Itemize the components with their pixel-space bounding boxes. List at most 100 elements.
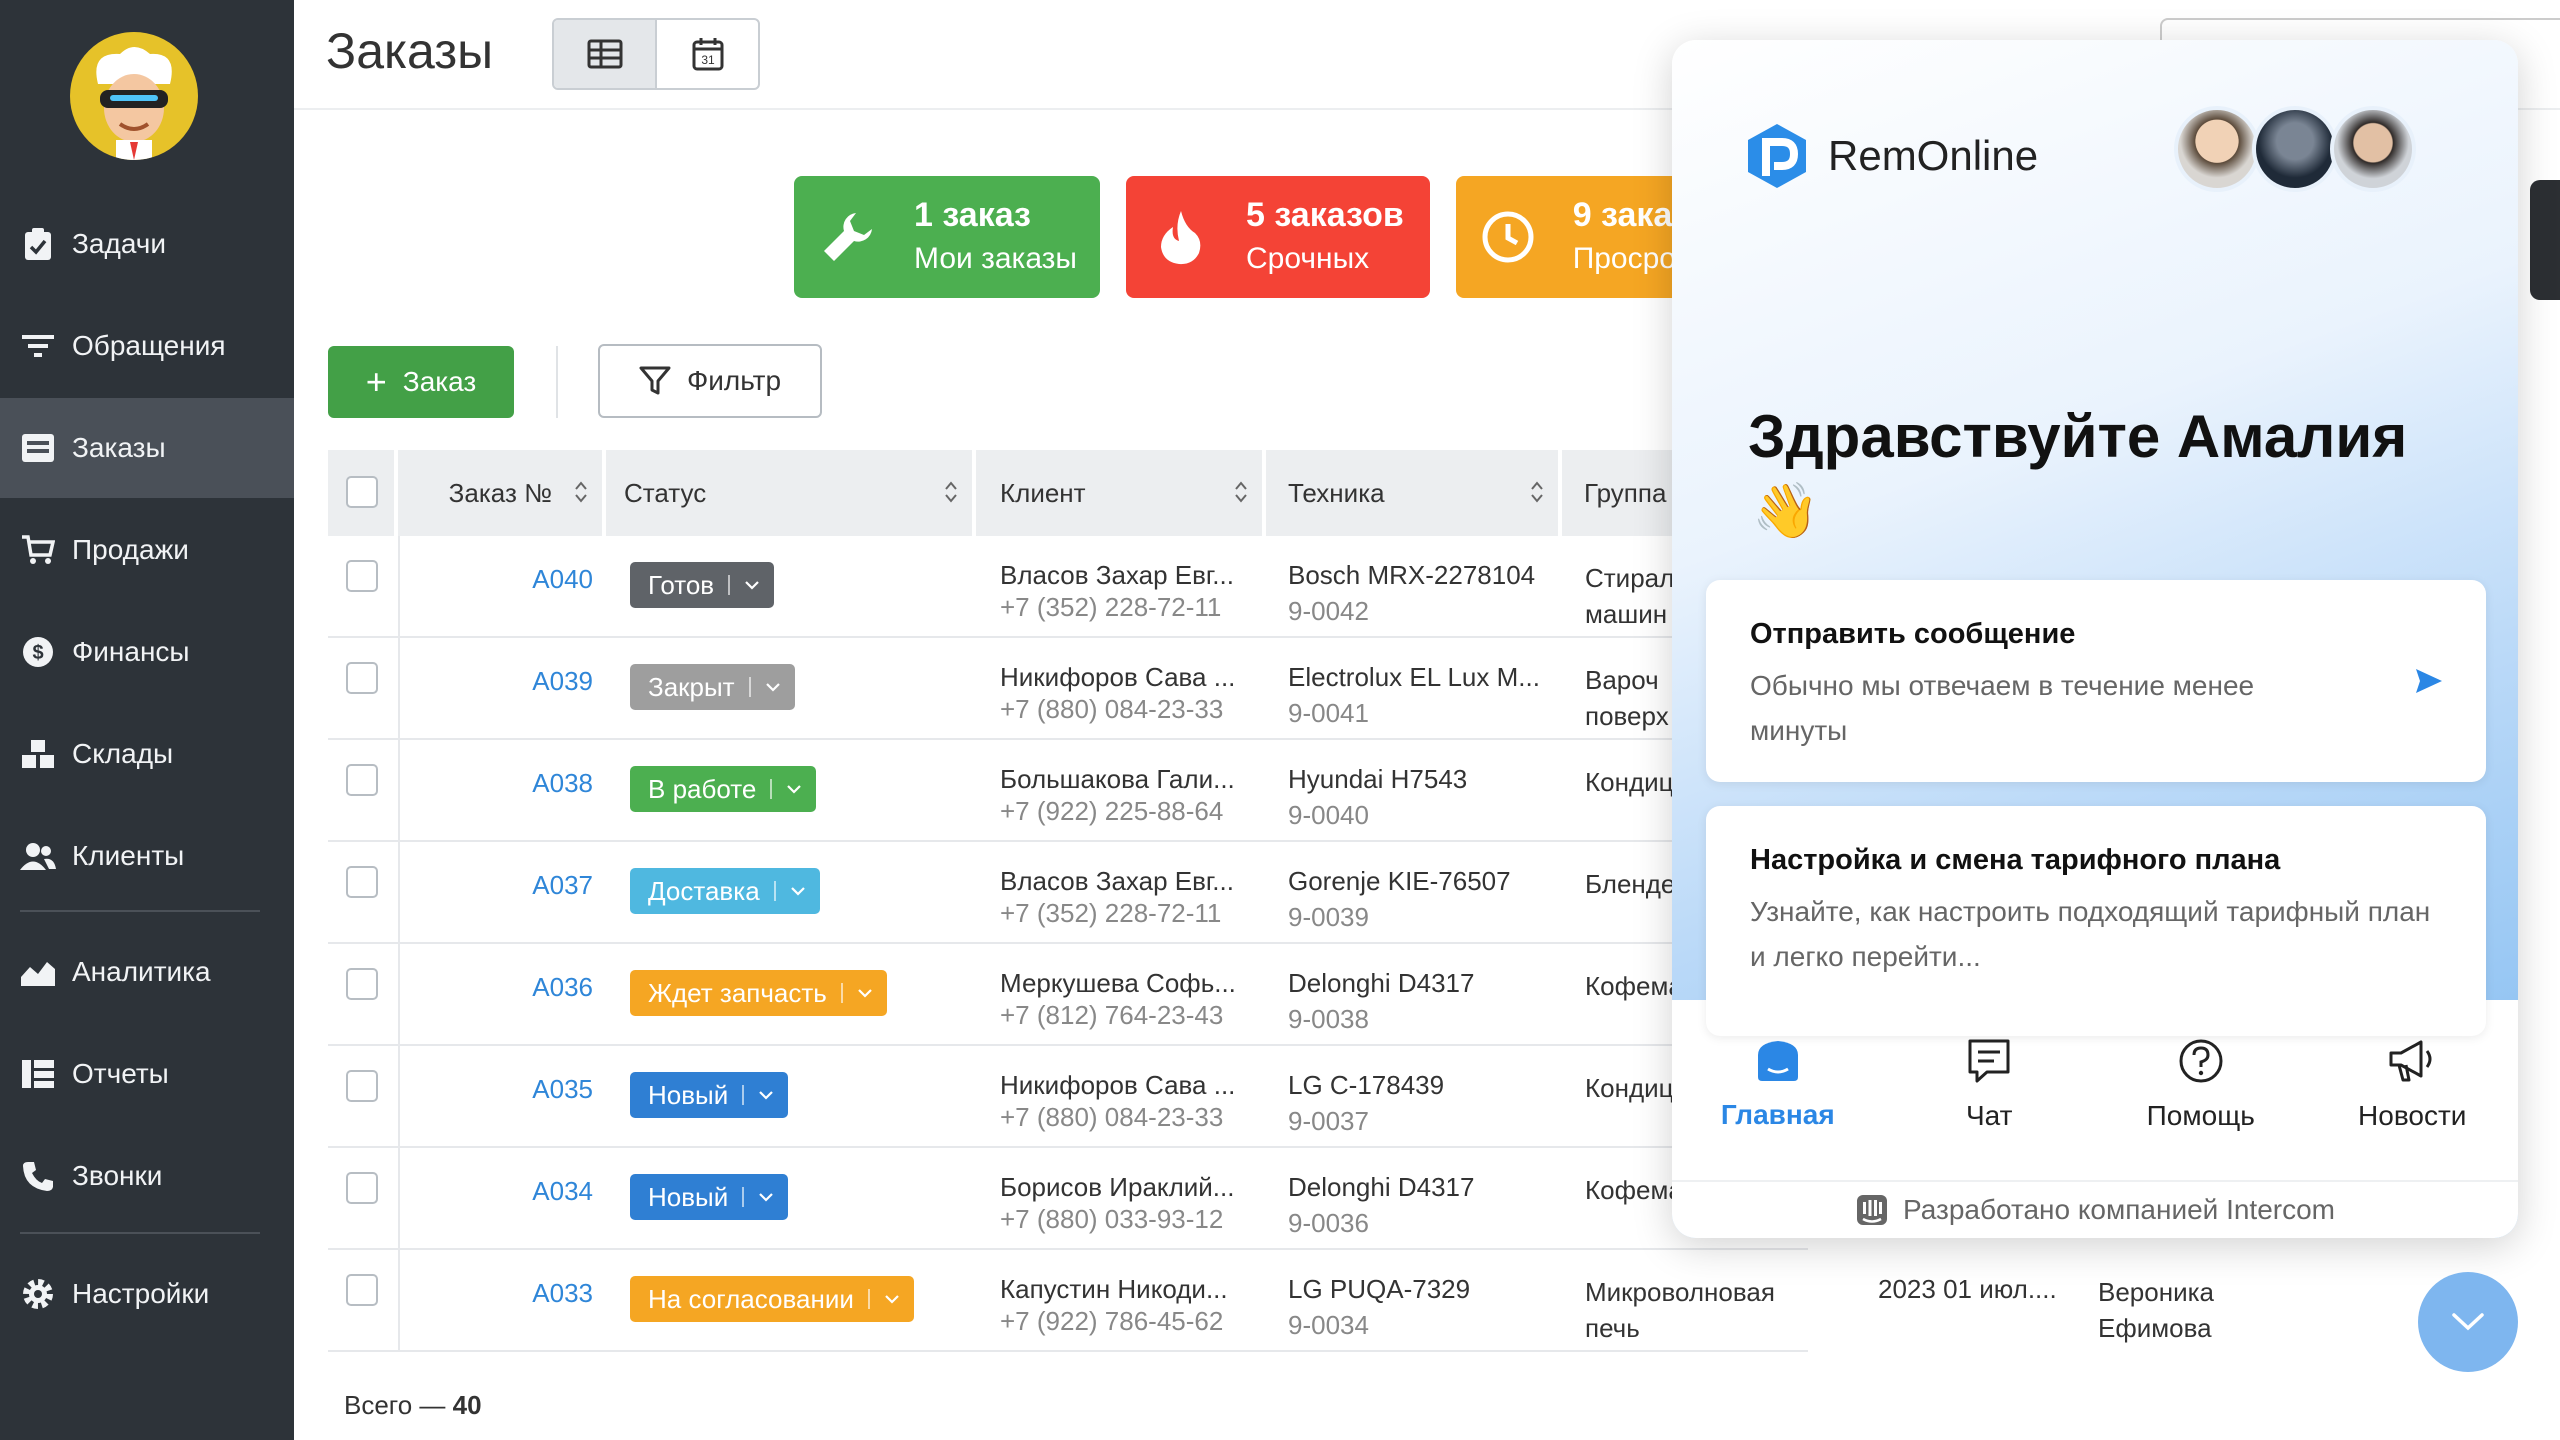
chevron-down-icon xyxy=(745,581,759,590)
status-badge[interactable]: Готов xyxy=(630,562,775,608)
status-badge[interactable]: Закрыт xyxy=(630,664,795,710)
filter-button[interactable]: Фильтр xyxy=(598,344,822,418)
th-device[interactable]: Техника xyxy=(1266,450,1562,536)
table-row[interactable]: A037 Доставка Власов Захар Евг... +7 (352) … xyxy=(328,842,1808,944)
status-label: Новый xyxy=(648,1181,729,1212)
row-checkbox[interactable] xyxy=(346,662,378,694)
status-badge[interactable]: В работе xyxy=(630,766,817,812)
sidebar-item-analytics[interactable]: Аналитика xyxy=(0,922,294,1022)
column-label: Заказ № xyxy=(448,477,552,508)
order-number-link[interactable]: A033 xyxy=(478,1278,593,1309)
tab-chat[interactable]: Чат xyxy=(1884,1000,2096,1170)
tab-home[interactable]: Главная xyxy=(1672,1000,1884,1170)
sidebar-item-finance[interactable]: $ Финансы xyxy=(0,602,294,702)
row-checkbox[interactable] xyxy=(346,1070,378,1102)
order-number-link[interactable]: A037 xyxy=(478,870,593,901)
client-phone: +7 (880) 084-23-33 xyxy=(1000,1102,1224,1132)
status-label: Закрыт xyxy=(648,671,735,702)
order-number-link[interactable]: A035 xyxy=(478,1074,593,1105)
client-phone: +7 (880) 084-23-33 xyxy=(1000,694,1224,724)
status-badge[interactable]: На согласовании xyxy=(630,1276,914,1322)
table-row[interactable]: A040 Готов Власов Захар Евг... +7 (352) 228… xyxy=(328,536,1808,638)
order-date: 2023 01 июл.... xyxy=(1878,1274,2057,1304)
sidebar-item-settings[interactable]: Настройки xyxy=(0,1244,294,1344)
client-name[interactable]: Власов Захар Евг... xyxy=(1000,866,1234,897)
badge-separator xyxy=(742,1187,745,1207)
tab-news[interactable]: Новости xyxy=(2307,1000,2519,1170)
page-edge-element xyxy=(2530,180,2560,300)
waving-hand-icon: 👋 xyxy=(1752,481,1820,541)
calendar-view-button[interactable]: 31 xyxy=(657,20,758,88)
order-number-link[interactable]: A036 xyxy=(478,972,593,1003)
intercom-messenger: RemOnline Здравствуйте Амалия 👋 Отправит… xyxy=(1672,40,2518,1238)
user-avatar[interactable] xyxy=(70,32,198,160)
th-status[interactable]: Статус xyxy=(606,450,976,536)
client-name[interactable]: Никифоров Сава ... xyxy=(1000,1070,1235,1101)
table-row[interactable]: A034 Новый Борисов Ираклий... +7 (880) 033-… xyxy=(328,1148,1808,1250)
sidebar-item-orders[interactable]: Заказы xyxy=(0,398,294,498)
my-orders-card[interactable]: 1 заказ Мои заказы xyxy=(794,176,1100,298)
client-name[interactable]: Меркушева Софь... xyxy=(1000,968,1236,999)
select-all-checkbox[interactable] xyxy=(346,476,378,508)
megaphone-icon xyxy=(2389,1040,2432,1082)
sidebar-item-tasks[interactable]: Задачи xyxy=(0,194,294,294)
row-checkbox[interactable] xyxy=(346,1274,378,1306)
th-client[interactable]: Клиент xyxy=(976,450,1266,536)
row-checkbox[interactable] xyxy=(346,1172,378,1204)
status-badge[interactable]: Доставка xyxy=(630,868,820,914)
row-checkbox[interactable] xyxy=(346,866,378,898)
row-divider xyxy=(398,842,400,944)
client-name[interactable]: Капустин Никоди... xyxy=(1000,1274,1228,1305)
th-order-no[interactable]: Заказ № xyxy=(398,450,606,536)
table-row[interactable]: A036 Ждет запчасть Меркушева Софь... +7 (81… xyxy=(328,944,1808,1046)
urgent-orders-card[interactable]: 5 заказов Срочных xyxy=(1126,176,1430,298)
overdue-orders-card[interactable]: 9 зака Просро xyxy=(1456,176,1676,298)
tab-label: Главная xyxy=(1720,1099,1835,1130)
table-row[interactable]: A039 Закрыт Никифоров Сава ... +7 (880) 084… xyxy=(328,638,1808,740)
messenger-collapse-button[interactable] xyxy=(2418,1272,2518,1372)
status-label: Готов xyxy=(648,569,715,600)
client-name[interactable]: Власов Захар Евг... xyxy=(1000,560,1234,591)
table-row[interactable]: A038 В работе Большакова Гали... +7 (922) 2… xyxy=(328,740,1808,842)
status-badge[interactable]: Ждет запчасть xyxy=(630,970,887,1016)
stat-label: Просро xyxy=(1572,242,1676,275)
row-checkbox[interactable] xyxy=(346,968,378,1000)
send-icon xyxy=(2416,669,2442,693)
table-row[interactable]: A033 На согласовании Капустин Никоди... +7 … xyxy=(328,1250,2214,1352)
column-label: Техника xyxy=(1288,477,1385,508)
status-badge[interactable]: Новый xyxy=(630,1072,789,1118)
chat-icon xyxy=(1968,1039,2010,1083)
chevron-down-icon xyxy=(765,683,780,692)
order-number-link[interactable]: A039 xyxy=(478,666,593,697)
order-number-link[interactable]: A034 xyxy=(478,1176,593,1207)
sidebar-item-label: Заказы xyxy=(72,432,166,463)
client-name[interactable]: Большакова Гали... xyxy=(1000,764,1235,795)
total-label: Всего — xyxy=(344,1390,446,1420)
users-icon xyxy=(20,838,56,874)
sidebar-item-reports[interactable]: Отчеты xyxy=(0,1024,294,1124)
order-number-link[interactable]: A040 xyxy=(478,564,593,595)
client-phone: +7 (352) 228-72-11 xyxy=(1000,898,1222,928)
phone-icon xyxy=(20,1158,56,1194)
row-checkbox[interactable] xyxy=(346,764,378,796)
table-view-button[interactable] xyxy=(554,20,657,88)
row-checkbox[interactable] xyxy=(346,560,378,592)
card-title: Настройка и смена тарифного плана xyxy=(1750,844,2281,876)
table-row[interactable]: A035 Новый Никифоров Сава ... +7 (880) 084-… xyxy=(328,1046,1808,1148)
add-order-button[interactable]: + Заказ xyxy=(328,346,514,418)
status-badge[interactable]: Новый xyxy=(630,1174,789,1220)
dollar-circle-icon: $ xyxy=(20,634,56,670)
client-name[interactable]: Никифоров Сава ... xyxy=(1000,662,1235,693)
sidebar-item-sales[interactable]: Продажи xyxy=(0,500,294,600)
tab-help[interactable]: Помощь xyxy=(2095,1000,2307,1170)
row-divider xyxy=(398,740,400,842)
order-number-link[interactable]: A038 xyxy=(478,768,593,799)
send-message-card[interactable]: Отправить сообщение Обычно мы отвечаем в… xyxy=(1706,580,2486,782)
sidebar-item-calls[interactable]: Звонки xyxy=(0,1126,294,1226)
sort-icon xyxy=(945,481,957,503)
client-name[interactable]: Борисов Ираклий... xyxy=(1000,1172,1234,1203)
sidebar-item-requests[interactable]: Обращения xyxy=(0,296,294,396)
sidebar-item-clients[interactable]: Клиенты xyxy=(0,806,294,906)
sidebar-item-warehouses[interactable]: Склады xyxy=(0,704,294,804)
intercom-credit[interactable]: Разработано компанией Intercom xyxy=(1672,1180,2518,1238)
